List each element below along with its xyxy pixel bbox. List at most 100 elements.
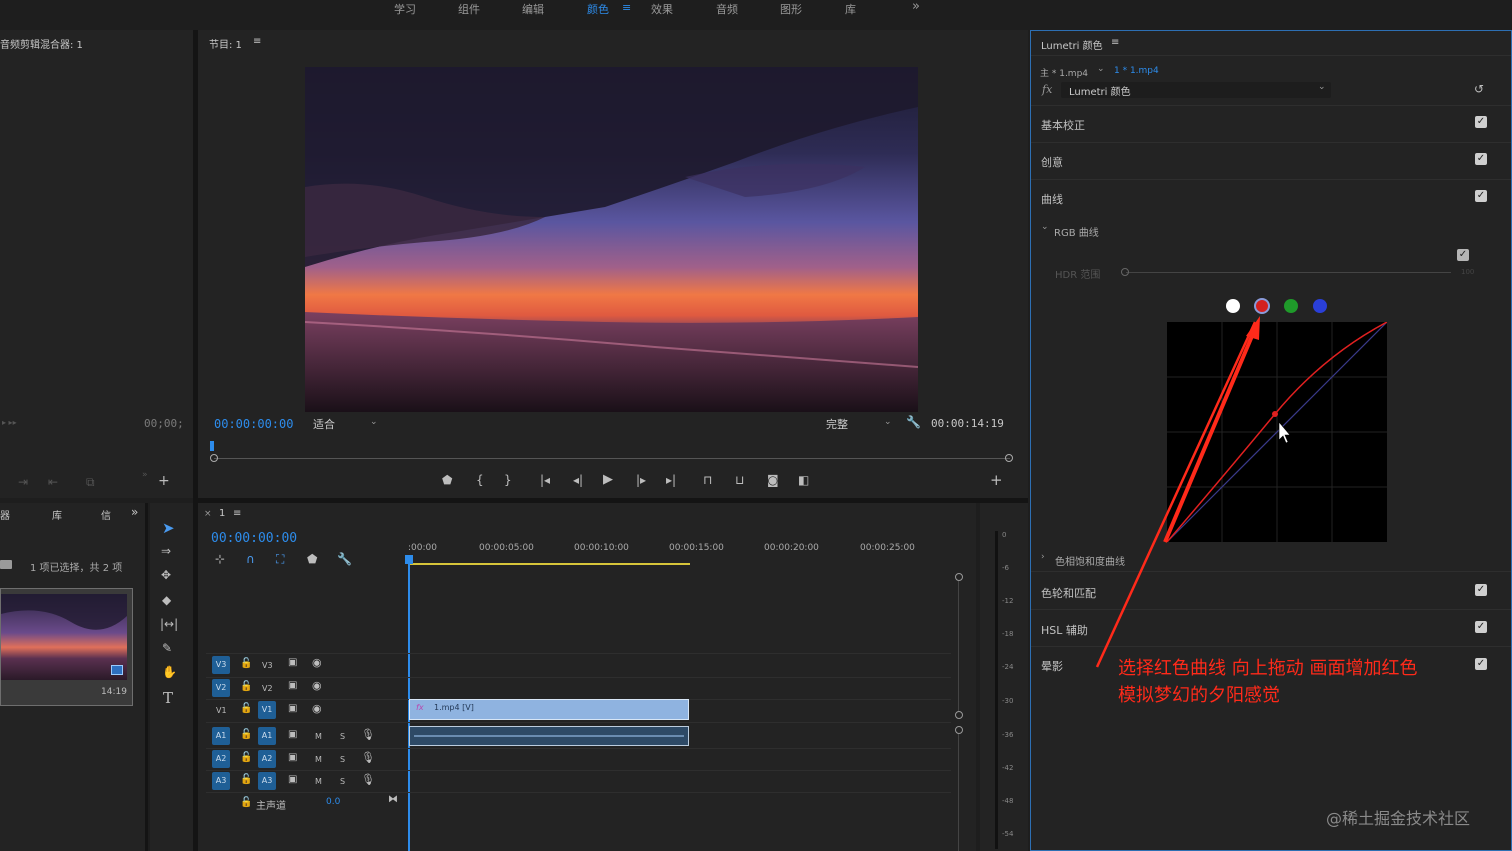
sync-lock-icon[interactable]: ▣ xyxy=(288,729,297,740)
enable-checkbox[interactable]: ✓ xyxy=(1475,116,1487,128)
rgb-curves-label[interactable]: RGB 曲线 xyxy=(1054,224,1099,239)
hdr-slider-handle[interactable] xyxy=(1121,268,1129,276)
section-color-wheels[interactable]: 色轮和匹配 xyxy=(1041,585,1096,601)
mark-in-icon[interactable]: { xyxy=(476,473,484,487)
add-button-icon[interactable]: + xyxy=(158,473,170,489)
chevron-down-icon[interactable]: ⌄ xyxy=(1097,64,1105,74)
effect-dropdown[interactable]: Lumetri 颜色 ⌄ xyxy=(1061,82,1331,98)
section-vignette[interactable]: 晕影 xyxy=(1041,658,1063,674)
audio-clip[interactable] xyxy=(409,726,689,746)
workspace-tab-learn[interactable]: 学习 xyxy=(394,1,416,17)
timeline-timecode[interactable]: 00:00:00:00 xyxy=(211,531,297,546)
microphone-icon[interactable]: 🎙 xyxy=(361,773,375,786)
microphone-icon[interactable]: 🎙 xyxy=(361,728,375,741)
workspace-tab-graphics[interactable]: 图形 xyxy=(780,1,802,17)
reset-effect-icon[interactable]: ↺ xyxy=(1474,82,1484,96)
insert-icon[interactable]: ⧉ xyxy=(86,475,95,490)
master-volume-value[interactable]: 0.0 xyxy=(326,797,340,807)
section-basic-correction[interactable]: 基本校正 xyxy=(1041,117,1085,133)
enable-checkbox[interactable]: ✓ xyxy=(1475,621,1487,633)
project-tab-3[interactable]: 信 xyxy=(101,507,111,522)
linked-selection-icon[interactable]: ⛶ xyxy=(276,552,284,567)
workspace-tab-libraries[interactable]: 库 xyxy=(845,1,856,17)
source-patch-v3[interactable]: V3 xyxy=(212,656,230,674)
work-area-bar[interactable] xyxy=(408,563,690,565)
project-tab-2[interactable]: 库 xyxy=(52,507,62,522)
lock-icon[interactable]: 🔓 xyxy=(240,729,252,740)
chevron-down-icon[interactable]: ⌄ xyxy=(1041,222,1049,232)
scrub-end-handle[interactable] xyxy=(1005,454,1013,462)
section-creative[interactable]: 创意 xyxy=(1041,154,1063,170)
eye-icon[interactable]: ◉ xyxy=(312,702,322,715)
project-tab-1[interactable]: 器 xyxy=(0,507,10,522)
workspace-tab-assembly[interactable]: 组件 xyxy=(458,1,480,17)
selection-tool-icon[interactable]: ➤ xyxy=(162,519,175,537)
workspace-tab-editing[interactable]: 编辑 xyxy=(522,1,544,17)
master-clip-selector[interactable]: 主 * 1.mp4 xyxy=(1040,66,1088,79)
blue-channel-button[interactable] xyxy=(1313,299,1327,313)
step-back-icon[interactable]: ◂| xyxy=(573,473,583,487)
chevron-down-icon[interactable]: ⌄ xyxy=(370,417,378,427)
mute-button[interactable]: M xyxy=(315,732,322,741)
eye-icon[interactable]: ◉ xyxy=(312,656,322,669)
lock-icon[interactable]: 🔓 xyxy=(240,752,252,763)
sync-lock-icon[interactable]: ▣ xyxy=(288,774,297,785)
enable-checkbox[interactable]: ✓ xyxy=(1475,584,1487,596)
track-target-a2[interactable]: A2 xyxy=(258,750,276,768)
program-playhead[interactable] xyxy=(210,441,214,451)
vertical-scroll-handle[interactable] xyxy=(955,711,963,719)
mark-out-icon[interactable]: } xyxy=(504,473,512,487)
source-patch-a3[interactable]: A3 xyxy=(212,772,230,790)
resolution-dropdown[interactable]: 完整 xyxy=(826,416,848,432)
time-ruler[interactable]: :00:00 00:00:05:00 00:00:10:00 00:00:15:… xyxy=(408,533,958,569)
lock-icon[interactable]: 🔓 xyxy=(240,774,252,785)
sync-lock-icon[interactable]: ▣ xyxy=(288,657,297,668)
workspace-tab-audio[interactable]: 音频 xyxy=(716,1,738,17)
chevron-down-icon[interactable]: ⌄ xyxy=(884,417,892,427)
white-channel-button[interactable] xyxy=(1226,299,1240,313)
source-patch-a1[interactable]: A1 xyxy=(212,727,230,745)
sequence-tab[interactable]: 1 xyxy=(219,508,225,519)
rgb-curve-graph[interactable] xyxy=(1167,322,1387,542)
sync-lock-icon[interactable]: ▣ xyxy=(288,680,297,691)
hdr-checkbox[interactable]: ✓ xyxy=(1457,249,1469,261)
add-marker-icon[interactable]: ⬟ xyxy=(442,473,452,487)
pen-tool-icon[interactable]: ✎ xyxy=(162,641,172,655)
overflow-icon[interactable]: » xyxy=(142,470,148,480)
vertical-scrollbar[interactable] xyxy=(958,734,959,851)
timeline-menu-icon[interactable]: ≡ xyxy=(233,508,241,519)
track-select-tool-icon[interactable]: ⇒ xyxy=(161,544,171,558)
track-target-v1[interactable]: V1 xyxy=(258,701,276,719)
sync-lock-icon[interactable]: ▣ xyxy=(288,752,297,763)
lock-icon[interactable]: 🔓 xyxy=(240,681,252,692)
comparison-view-icon[interactable]: ◧ xyxy=(798,473,809,487)
add-marker-icon[interactable]: ⬟ xyxy=(307,552,317,566)
lock-icon[interactable]: 🔓 xyxy=(240,658,252,669)
video-clip[interactable]: fx 1.mp4 [V] xyxy=(409,699,689,720)
vertical-scrollbar[interactable] xyxy=(958,581,959,711)
source-patch-v1[interactable]: V1 xyxy=(216,706,227,715)
scrub-start-handle[interactable] xyxy=(210,454,218,462)
track-target-a3[interactable]: A3 xyxy=(258,772,276,790)
lift-icon[interactable]: ⊓ xyxy=(703,473,712,487)
sequence-clip-selector[interactable]: 1 * 1.mp4 xyxy=(1114,66,1159,76)
mute-button[interactable]: M xyxy=(315,755,322,764)
mute-button[interactable]: M xyxy=(315,777,322,786)
sync-lock-icon[interactable]: ▣ xyxy=(288,703,297,714)
mark-out-icon[interactable]: ⇤ xyxy=(48,475,58,489)
hand-tool-icon[interactable]: ✋ xyxy=(162,665,177,679)
go-to-out-icon[interactable]: ▸| xyxy=(666,473,676,487)
hue-saturation-curves-label[interactable]: 色相饱和度曲线 xyxy=(1055,553,1125,568)
solo-button[interactable]: S xyxy=(340,732,345,741)
chevron-right-icon[interactable]: › xyxy=(1041,552,1045,562)
section-hsl-secondary[interactable]: HSL 辅助 xyxy=(1041,622,1088,638)
step-forward-icon[interactable]: |▸ xyxy=(636,473,646,487)
razor-tool-icon[interactable]: ◆ xyxy=(162,593,171,607)
vertical-scroll-handle[interactable] xyxy=(955,573,963,581)
green-channel-button[interactable] xyxy=(1284,299,1298,313)
type-tool-icon[interactable]: T xyxy=(163,689,173,707)
hdr-range-slider[interactable] xyxy=(1126,272,1451,273)
lumetri-menu-icon[interactable]: ≡ xyxy=(1111,37,1119,48)
insert-sequence-icon[interactable]: ⊹ xyxy=(215,552,225,566)
program-menu-icon[interactable]: ≡ xyxy=(253,36,261,47)
